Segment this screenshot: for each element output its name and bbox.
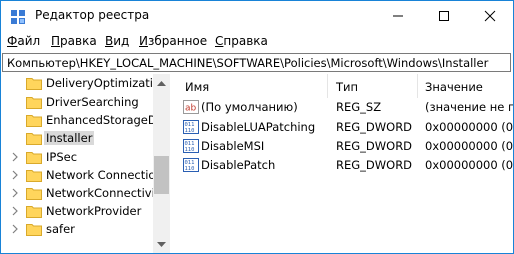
address-path[interactable]: Компьютер\HKEY_LOCAL_MACHINE\SOFTWARE\Po… bbox=[7, 56, 488, 70]
scroll-up-button[interactable] bbox=[153, 74, 170, 91]
maximize-button[interactable] bbox=[421, 1, 467, 31]
registry-editor-window: Редактор реестра Файл Правка Вид Избранн… bbox=[0, 0, 514, 254]
list-row[interactable]: 011 110 DisableMSI REG_DWORD 0x00000000 … bbox=[175, 137, 513, 156]
column-value-header[interactable]: Значение bbox=[425, 80, 483, 94]
value-data: 0x00000000 (0) bbox=[425, 158, 513, 172]
window-title: Редактор реестра bbox=[35, 8, 150, 22]
menu-edit[interactable]: Правка bbox=[51, 34, 97, 48]
list-row[interactable]: 011 110 DisablePatch REG_DWORD 0x0000000… bbox=[175, 156, 513, 175]
folder-icon bbox=[26, 115, 42, 127]
tree-item[interactable]: EnhancedStorageDe bbox=[2, 111, 164, 129]
chevron-right-icon[interactable] bbox=[10, 223, 20, 235]
menu-help[interactable]: Справка bbox=[215, 34, 268, 48]
close-button[interactable] bbox=[467, 1, 513, 31]
column-type-header[interactable]: Тип bbox=[336, 80, 358, 94]
scroll-thumb[interactable] bbox=[154, 156, 169, 194]
address-bar[interactable]: Компьютер\HKEY_LOCAL_MACHINE\SOFTWARE\Po… bbox=[2, 53, 511, 72]
title-bar[interactable]: Редактор реестра bbox=[1, 1, 513, 31]
maximize-icon bbox=[439, 11, 449, 21]
value-name: (По умолчанию) bbox=[201, 100, 298, 114]
tree-item-label: safer bbox=[46, 222, 75, 236]
svg-text:110: 110 bbox=[185, 147, 195, 153]
svg-text:ab: ab bbox=[185, 104, 197, 114]
value-type: REG_DWORD bbox=[336, 158, 413, 172]
list-header: Имя Тип Значение bbox=[175, 74, 513, 98]
value-name: DisablePatch bbox=[201, 158, 276, 172]
tree-item[interactable]: DriverSearching bbox=[2, 93, 162, 111]
column-divider[interactable] bbox=[327, 74, 328, 98]
string-value-icon: ab bbox=[183, 100, 199, 114]
menu-view[interactable]: Вид bbox=[105, 34, 129, 48]
binary-value-icon: 011 110 bbox=[183, 120, 199, 134]
value-type: REG_SZ bbox=[336, 100, 382, 114]
menu-file[interactable]: Файл bbox=[7, 34, 40, 48]
value-name: DisableLUAPatching bbox=[201, 120, 316, 134]
list-row[interactable]: ab (По умолчанию) REG_SZ (значение не пр bbox=[175, 98, 513, 117]
folder-icon bbox=[26, 188, 42, 200]
folder-icon bbox=[26, 224, 42, 236]
chevron-right-icon[interactable] bbox=[10, 187, 20, 199]
tree-item[interactable]: Network Connection bbox=[2, 166, 163, 184]
tree-item-label: IPSec bbox=[46, 150, 78, 164]
chevron-up-icon bbox=[157, 80, 166, 86]
chevron-right-icon[interactable] bbox=[10, 205, 20, 217]
menu-bar: Файл Правка Вид Избранное Справка bbox=[1, 31, 513, 51]
menu-favorites[interactable]: Избранное bbox=[139, 34, 207, 48]
tree-item-label: EnhancedStorageDe bbox=[46, 113, 164, 127]
tree-scrollbar[interactable] bbox=[153, 74, 170, 253]
value-name: DisableMSI bbox=[201, 139, 265, 153]
folder-icon bbox=[26, 152, 42, 164]
tree-item-label: NetworkProvider bbox=[46, 204, 142, 218]
regedit-icon bbox=[11, 10, 25, 24]
value-type: REG_DWORD bbox=[336, 120, 413, 134]
tree-item[interactable]: DeliveryOptimization bbox=[2, 74, 167, 92]
tree-item[interactable]: NetworkConnectivit bbox=[2, 184, 162, 202]
tree-item-label: DeliveryOptimization bbox=[46, 76, 168, 90]
chevron-down-icon bbox=[157, 241, 166, 247]
tree-item-installer[interactable]: Installer bbox=[2, 129, 162, 147]
value-data: 0x00000000 (0) bbox=[425, 120, 513, 134]
value-data: (значение не пр bbox=[425, 100, 513, 114]
value-data: 0x00000000 (0) bbox=[425, 139, 513, 153]
folder-icon bbox=[26, 78, 42, 90]
tree-item-label: NetworkConnectivit bbox=[46, 186, 160, 200]
list-row[interactable]: 011 110 DisableLUAPatching REG_DWORD 0x0… bbox=[175, 118, 513, 137]
folder-icon bbox=[26, 133, 42, 145]
chevron-right-icon[interactable] bbox=[10, 151, 20, 163]
tree-item[interactable]: safer bbox=[2, 220, 162, 238]
minimize-icon bbox=[393, 15, 403, 17]
key-tree[interactable]: DeliveryOptimization DriverSearching Enh… bbox=[2, 74, 170, 253]
minimize-button[interactable] bbox=[375, 1, 421, 31]
tree-item[interactable]: IPSec bbox=[2, 148, 162, 166]
value-type: REG_DWORD bbox=[336, 139, 413, 153]
tree-item[interactable]: NetworkProvider bbox=[2, 202, 162, 220]
folder-icon bbox=[26, 97, 42, 109]
binary-value-icon: 011 110 bbox=[183, 139, 199, 153]
binary-value-icon: 011 110 bbox=[183, 158, 199, 172]
folder-icon bbox=[26, 206, 42, 218]
svg-text:110: 110 bbox=[185, 128, 195, 134]
folder-icon bbox=[26, 170, 42, 182]
tree-item-label: Installer bbox=[44, 131, 95, 145]
svg-text:110: 110 bbox=[185, 166, 195, 172]
tree-item-label: Network Connection bbox=[46, 168, 163, 182]
chevron-right-icon[interactable] bbox=[10, 169, 20, 181]
close-icon bbox=[484, 10, 496, 22]
tree-item-label: DriverSearching bbox=[46, 95, 139, 109]
column-name-header[interactable]: Имя bbox=[185, 80, 209, 94]
scroll-down-button[interactable] bbox=[153, 236, 170, 253]
column-divider[interactable] bbox=[417, 74, 418, 98]
values-list[interactable]: Имя Тип Значение ab (По умолчанию) REG_S… bbox=[175, 74, 513, 253]
